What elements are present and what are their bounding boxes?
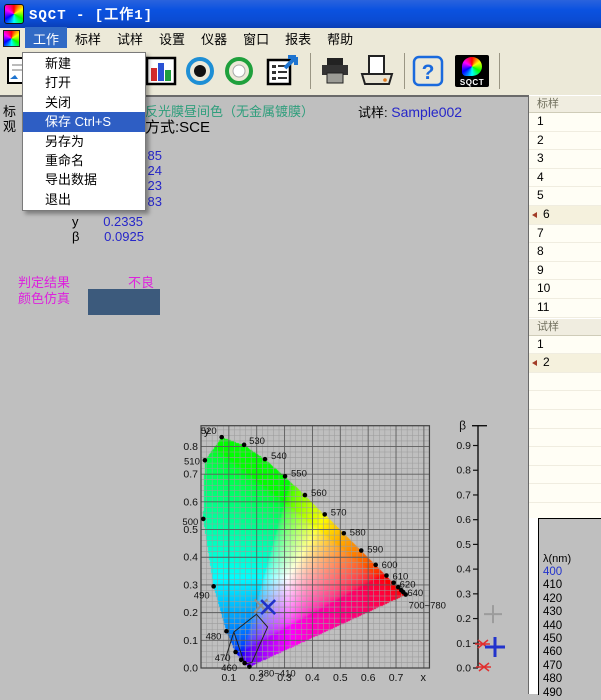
left-label-2: 观 bbox=[3, 116, 16, 135]
standard-list: 1234567891011 bbox=[529, 113, 601, 318]
print-icon bbox=[318, 55, 352, 87]
title-bar: SQCT - [工作1] bbox=[0, 0, 601, 28]
standard-list-item[interactable]: 4 bbox=[529, 169, 601, 188]
file-menu-item[interactable]: 导出数据 bbox=[23, 170, 145, 189]
standard-target-icon bbox=[183, 54, 217, 88]
current-item-marker bbox=[532, 212, 537, 218]
value-row-beta: β 0.0925 bbox=[72, 228, 144, 246]
window-title: SQCT - [工作1] bbox=[29, 4, 153, 24]
panel-gap bbox=[529, 518, 538, 694]
report-export-icon bbox=[265, 54, 301, 88]
print-preview-button[interactable] bbox=[356, 52, 398, 90]
empty-row bbox=[529, 429, 601, 448]
standard-list-item[interactable]: 2 bbox=[529, 132, 601, 151]
toolbar-separator bbox=[499, 53, 500, 89]
sample-target-icon bbox=[222, 54, 256, 88]
trial-list-item[interactable]: 2 bbox=[529, 354, 601, 373]
standard-list-header: 标样 bbox=[529, 95, 601, 113]
menubar-item[interactable]: 工作 bbox=[25, 27, 67, 50]
standard-measure-button[interactable] bbox=[181, 52, 219, 90]
standard-list-item[interactable]: 11 bbox=[529, 299, 601, 318]
menubar-item[interactable]: 仪器 bbox=[193, 27, 235, 50]
color-simulation-swatch bbox=[88, 289, 160, 315]
standard-list-item[interactable]: 3 bbox=[529, 150, 601, 169]
print-preview-icon bbox=[358, 54, 396, 88]
standard-list-item[interactable]: 10 bbox=[529, 280, 601, 299]
sample-row: 试样: Sample002 bbox=[358, 102, 462, 121]
file-menu-item[interactable]: 打开 bbox=[23, 73, 145, 92]
app-icon bbox=[4, 4, 24, 24]
trial-list: 12 bbox=[529, 336, 601, 541]
mdi-child-icon[interactable] bbox=[3, 30, 20, 47]
help-button[interactable]: ? bbox=[410, 52, 446, 90]
toolbar-separator bbox=[404, 53, 405, 89]
file-menu-item[interactable]: 重命名 bbox=[23, 151, 145, 170]
empty-row bbox=[529, 391, 601, 410]
wavelength-item[interactable]: 420 bbox=[539, 593, 601, 606]
wavelength-item[interactable]: 400 bbox=[539, 566, 601, 579]
standard-list-item[interactable]: 9 bbox=[529, 262, 601, 281]
svg-text:?: ? bbox=[422, 61, 435, 84]
wavelength-panel: λ(nm) 400410420430440450460470480490 bbox=[538, 518, 601, 695]
wavelength-item[interactable]: 440 bbox=[539, 620, 601, 633]
simulation-label: 颜色仿真 bbox=[18, 288, 70, 307]
wavelength-item[interactable]: 410 bbox=[539, 579, 601, 592]
wavelength-item[interactable]: 430 bbox=[539, 606, 601, 619]
value-row-beta-label: β bbox=[72, 229, 79, 244]
print-button[interactable] bbox=[316, 52, 354, 90]
sample-label: 试样: bbox=[358, 105, 388, 120]
menubar-item[interactable]: 报表 bbox=[277, 27, 319, 50]
help-icon: ? bbox=[411, 54, 445, 88]
menubar-item[interactable]: 标样 bbox=[67, 27, 109, 50]
trial-list-item[interactable]: 1 bbox=[529, 336, 601, 355]
file-menu-item[interactable]: 保存 Ctrl+S bbox=[23, 112, 145, 131]
file-menu-dropdown: 新建打开关闭保存 Ctrl+S另存为重命名导出数据退出 bbox=[22, 52, 146, 211]
menu-bar: 工作标样试样设置仪器窗口报表帮助 bbox=[0, 28, 601, 49]
wavelength-item[interactable]: 460 bbox=[539, 646, 601, 659]
menubar-item[interactable]: 试样 bbox=[109, 27, 151, 50]
sqct-logo-icon: SQCT bbox=[455, 55, 489, 87]
menubar-item[interactable]: 设置 bbox=[151, 27, 193, 50]
standard-list-item[interactable]: 7 bbox=[529, 225, 601, 244]
wavelength-item[interactable]: 470 bbox=[539, 660, 601, 673]
wavelength-header: λ(nm) bbox=[539, 519, 601, 566]
wavelength-item[interactable]: 450 bbox=[539, 633, 601, 646]
empty-row bbox=[529, 447, 601, 466]
standard-list-item[interactable]: 8 bbox=[529, 243, 601, 262]
report-export-button[interactable] bbox=[263, 52, 303, 90]
sample-measure-button[interactable] bbox=[220, 52, 258, 90]
value-row-y-value: 0.2335 bbox=[83, 214, 143, 229]
toolbar-separator bbox=[310, 53, 311, 89]
chromaticity-gamut bbox=[201, 426, 429, 668]
empty-row bbox=[529, 373, 601, 392]
menubar-item[interactable]: 窗口 bbox=[235, 27, 277, 50]
standard-list-item[interactable]: 1 bbox=[529, 113, 601, 132]
file-menu-item[interactable]: 关闭 bbox=[23, 93, 145, 112]
standard-list-item[interactable]: 5 bbox=[529, 187, 601, 206]
file-menu-item[interactable]: 新建 bbox=[23, 54, 145, 73]
wavelength-item[interactable]: 490 bbox=[539, 687, 601, 700]
measure-mode: 方式:SCE bbox=[145, 116, 210, 137]
right-sidebar: 标样 1234567891011 试样 12 λ(nm) 40041042043… bbox=[528, 95, 601, 694]
empty-row bbox=[529, 410, 601, 429]
bar-chart-icon bbox=[145, 55, 177, 87]
file-menu-item[interactable]: 另存为 bbox=[23, 132, 145, 151]
menubar-item[interactable]: 帮助 bbox=[319, 27, 361, 50]
sample-name: Sample002 bbox=[391, 104, 462, 120]
wavelength-item[interactable]: 480 bbox=[539, 673, 601, 686]
empty-row bbox=[529, 484, 601, 503]
current-item-marker bbox=[532, 360, 537, 366]
trial-list-header: 试样 bbox=[529, 318, 601, 336]
chart-view-button[interactable] bbox=[144, 52, 178, 90]
value-row-beta-value: 0.0925 bbox=[84, 229, 144, 244]
empty-row bbox=[529, 466, 601, 485]
sqct-logo-button[interactable]: SQCT bbox=[452, 52, 492, 90]
standard-list-item[interactable]: 6 bbox=[529, 206, 601, 225]
file-menu-item[interactable]: 退出 bbox=[23, 190, 145, 209]
value-row-y-label: y bbox=[72, 214, 79, 229]
sqct-logo-text: SQCT bbox=[455, 78, 489, 87]
